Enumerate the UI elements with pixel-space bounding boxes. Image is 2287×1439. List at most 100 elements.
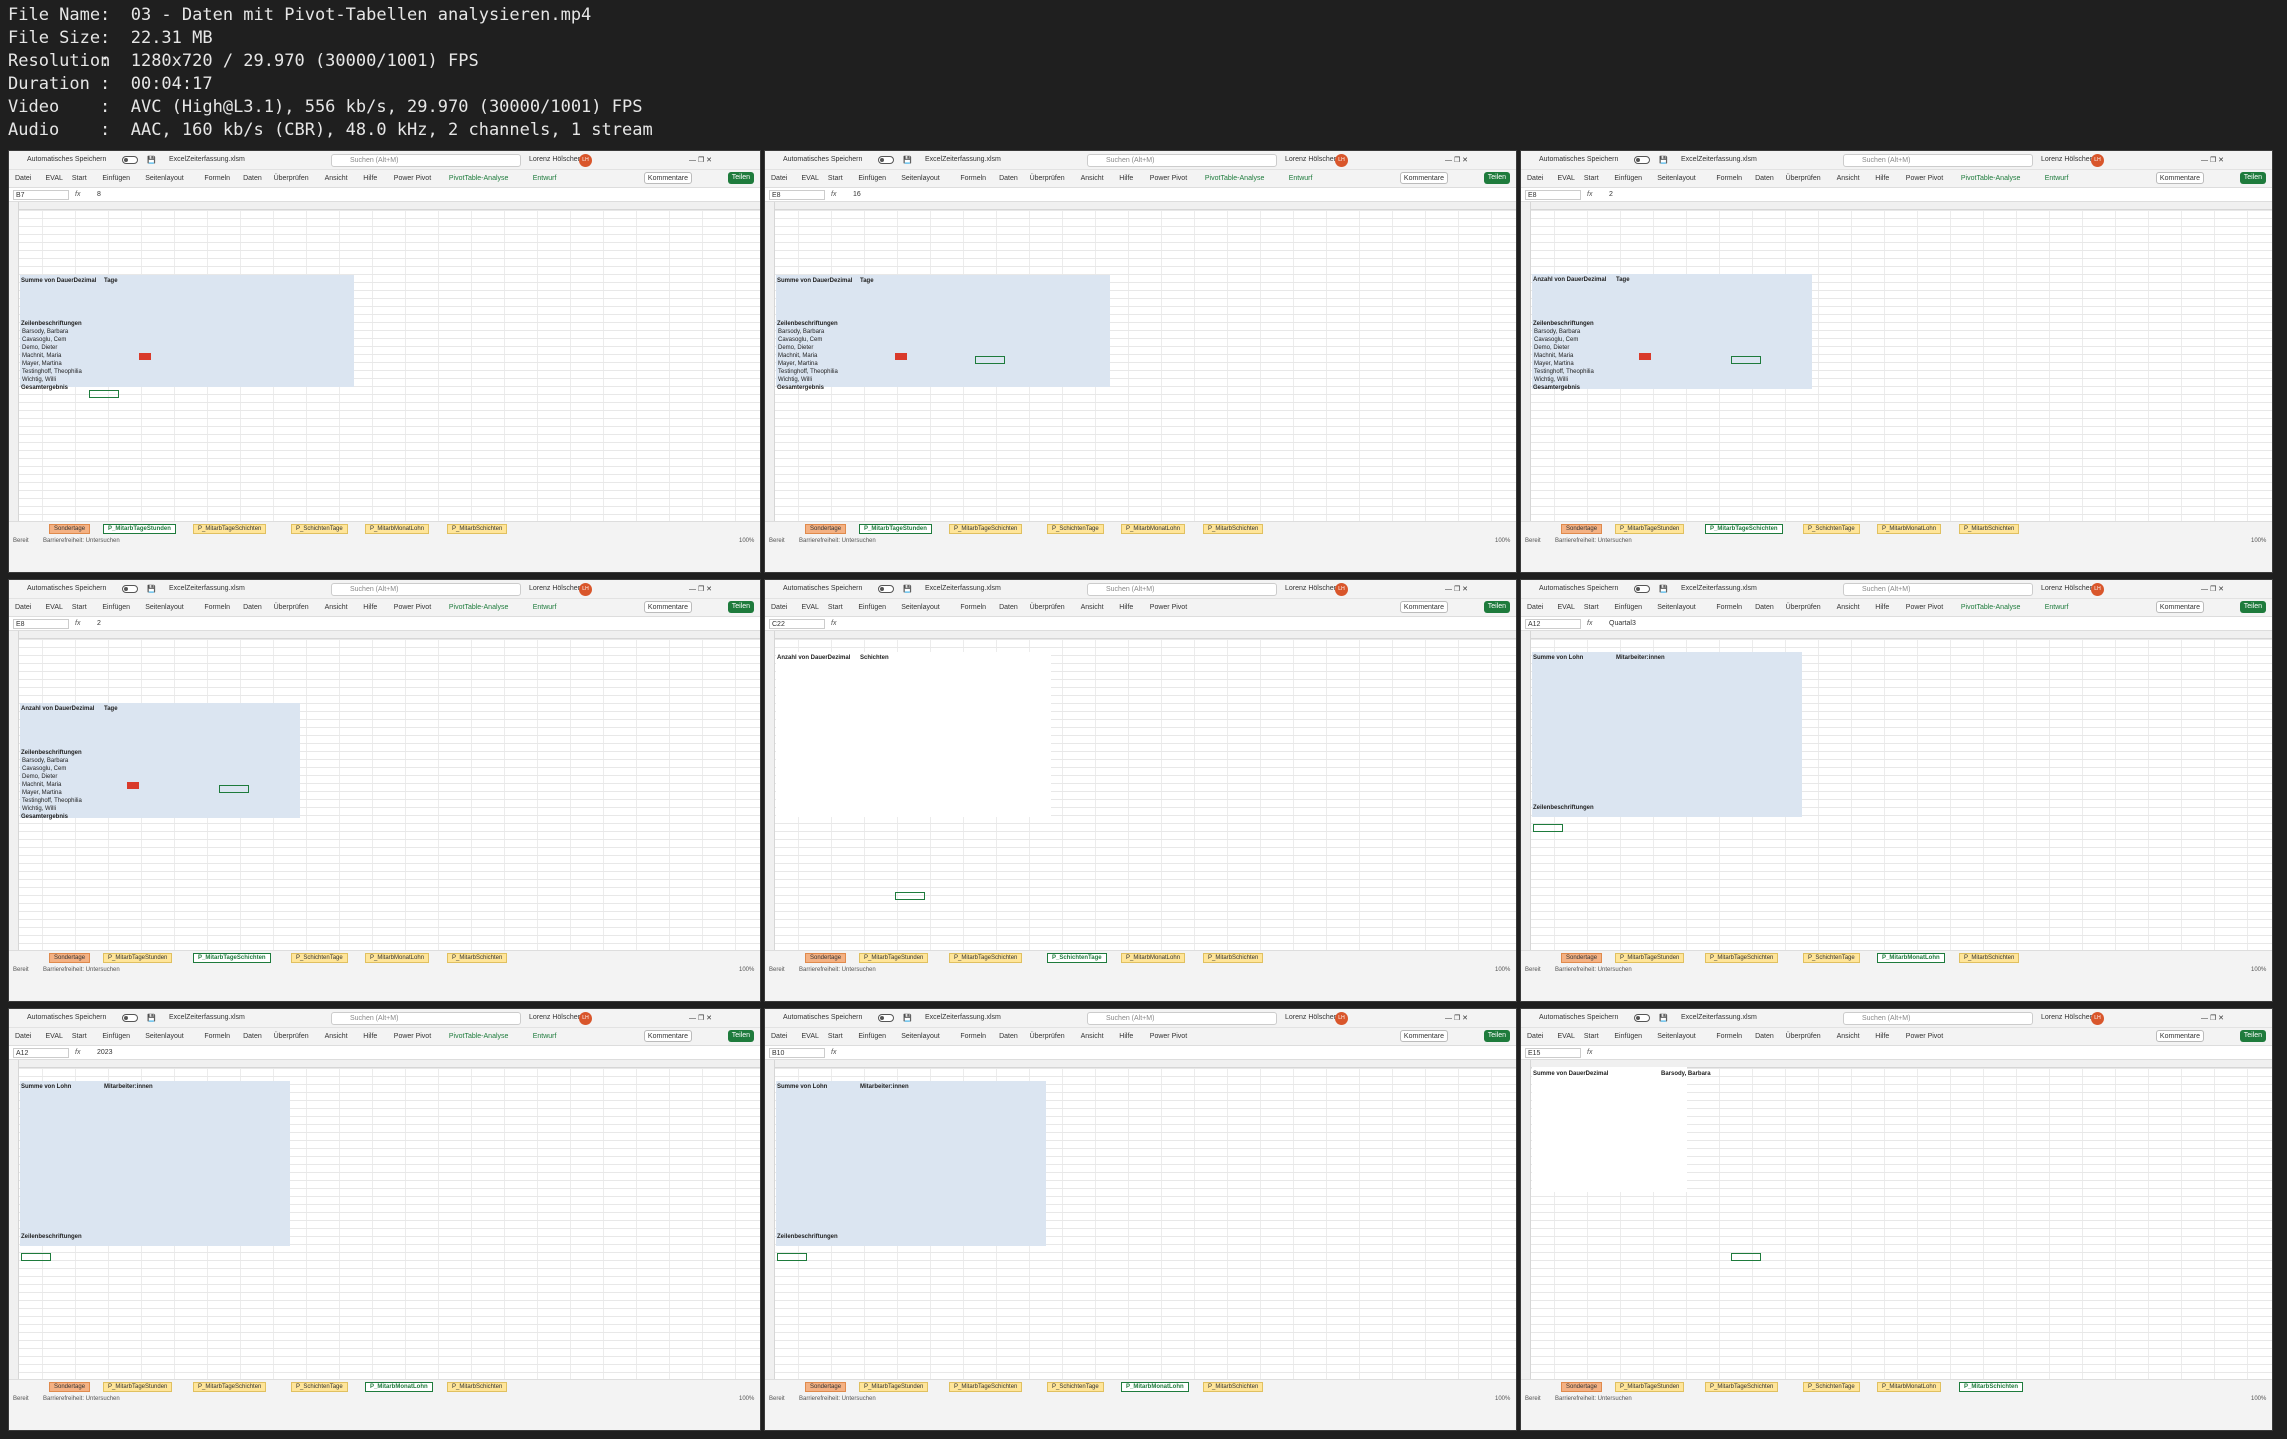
name-box[interactable]: C22: [769, 619, 825, 629]
sheet-tab[interactable]: P_MitarbSchichten: [1203, 524, 1264, 534]
window-controls[interactable]: — ❐ ✕: [689, 585, 712, 593]
menu-item[interactable]: Datei: [15, 175, 31, 182]
search-input[interactable]: Suchen (Alt+M): [1843, 583, 2033, 596]
menu-item[interactable]: Formeln: [1716, 175, 1742, 182]
selected-cell[interactable]: [777, 1253, 807, 1261]
menu-item-pivot[interactable]: Entwurf: [533, 1033, 557, 1040]
avatar[interactable]: LH: [1335, 154, 1348, 167]
status-zoom[interactable]: 100%: [2251, 967, 2266, 973]
sheet-tab[interactable]: P_MitarbMonatLohn: [1877, 953, 1945, 963]
menu-item[interactable]: Datei: [1527, 175, 1543, 182]
share-button[interactable]: Teilen: [727, 172, 754, 184]
save-icon[interactable]: 💾: [147, 156, 156, 164]
menu-item[interactable]: Überprüfen: [1786, 1033, 1821, 1040]
comments-button[interactable]: Kommentare: [643, 172, 692, 184]
sheet-tab[interactable]: P_MitarbTageSchichten: [193, 524, 267, 534]
sheet-tab[interactable]: Sondertage: [49, 524, 91, 534]
status-accessibility[interactable]: Barrierefreiheit: Untersuchen: [43, 1396, 120, 1402]
window-controls[interactable]: — ❐ ✕: [2201, 1014, 2224, 1022]
pivot-rows-label[interactable]: Zeilenbeschriftungen: [21, 1234, 82, 1240]
menu-item[interactable]: EVAL: [46, 604, 63, 611]
menu-item[interactable]: Seitenlayout: [145, 604, 184, 611]
sheet-tab[interactable]: P_MitarbMonatLohn: [365, 524, 430, 534]
status-zoom[interactable]: 100%: [739, 1396, 754, 1402]
menu-item[interactable]: Ansicht: [1837, 604, 1860, 611]
sheet-tab[interactable]: Sondertage: [49, 1382, 91, 1392]
sheet-tab[interactable]: P_MitarbSchichten: [1959, 1382, 2024, 1392]
avatar[interactable]: LH: [2091, 1012, 2104, 1025]
sheet-tab[interactable]: P_MitarbTageStunden: [1615, 524, 1685, 534]
selected-cell[interactable]: [1731, 1253, 1761, 1261]
status-accessibility[interactable]: Barrierefreiheit: Untersuchen: [1555, 967, 1632, 973]
comments-button[interactable]: Kommentare: [2155, 172, 2204, 184]
menu-item[interactable]: Hilfe: [1119, 604, 1133, 611]
menu-item[interactable]: Datei: [15, 604, 31, 611]
status-zoom[interactable]: 100%: [739, 538, 754, 544]
sheet-tab[interactable]: P_SchichtenTage: [1803, 1382, 1860, 1392]
autosave-toggle[interactable]: [878, 585, 894, 593]
selected-cell[interactable]: [1533, 824, 1563, 832]
search-input[interactable]: Suchen (Alt+M): [1087, 154, 1277, 167]
sheet-tab[interactable]: P_MitarbSchichten: [1203, 953, 1264, 963]
formula-input[interactable]: 2: [97, 620, 101, 627]
pivot-column-field[interactable]: Tage: [104, 706, 118, 712]
sheet-tab[interactable]: Sondertage: [805, 1382, 847, 1392]
menu-item-pivot[interactable]: Entwurf: [2045, 175, 2069, 182]
sheet-tab[interactable]: P_SchichtenTage: [1803, 953, 1860, 963]
sheet-tab[interactable]: P_MitarbTageSchichten: [949, 1382, 1023, 1392]
pivot-column-field[interactable]: Mitarbeiter:innen: [1616, 655, 1665, 661]
sheet-tab[interactable]: Sondertage: [1561, 524, 1603, 534]
menu-item[interactable]: Start: [1584, 175, 1599, 182]
menu-item[interactable]: Ansicht: [1081, 1033, 1104, 1040]
menu-item[interactable]: Ansicht: [325, 1033, 348, 1040]
share-button[interactable]: Teilen: [1483, 601, 1510, 613]
menu-item[interactable]: Einfügen: [102, 604, 130, 611]
sheet-tab[interactable]: Sondertage: [1561, 1382, 1603, 1392]
status-zoom[interactable]: 100%: [1495, 538, 1510, 544]
sheet-tab[interactable]: P_MitarbTageStunden: [103, 953, 173, 963]
save-icon[interactable]: 💾: [1659, 156, 1668, 164]
share-button[interactable]: Teilen: [727, 1030, 754, 1042]
window-controls[interactable]: — ❐ ✕: [689, 1014, 712, 1022]
window-controls[interactable]: — ❐ ✕: [2201, 585, 2224, 593]
sheet-tab[interactable]: P_MitarbMonatLohn: [1121, 953, 1186, 963]
menu-item[interactable]: Power Pivot: [1906, 604, 1943, 611]
menu-item[interactable]: Einfügen: [1614, 604, 1642, 611]
menu-item[interactable]: Überprüfen: [1030, 1033, 1065, 1040]
pivot-column-field[interactable]: Tage: [1616, 277, 1630, 283]
name-box[interactable]: E15: [1525, 1048, 1581, 1058]
menu-item-pivot[interactable]: Entwurf: [533, 175, 557, 182]
save-icon[interactable]: 💾: [1659, 1014, 1668, 1022]
menu-item[interactable]: Formeln: [960, 1033, 986, 1040]
formula-input[interactable]: 2023: [97, 1049, 113, 1056]
autosave-toggle[interactable]: [1634, 1014, 1650, 1022]
formula-input[interactable]: 2: [1609, 191, 1613, 198]
search-input[interactable]: Suchen (Alt+M): [331, 154, 521, 167]
status-zoom[interactable]: 100%: [2251, 538, 2266, 544]
pivot-rows-label[interactable]: Zeilenbeschriftungen: [21, 321, 82, 327]
menu-item[interactable]: Daten: [999, 175, 1018, 182]
menu-item[interactable]: Einfügen: [1614, 1033, 1642, 1040]
menu-item[interactable]: Daten: [999, 604, 1018, 611]
search-input[interactable]: Suchen (Alt+M): [331, 1012, 521, 1025]
selected-cell[interactable]: [1731, 356, 1761, 364]
pivot-rows-label[interactable]: Zeilenbeschriftungen: [777, 1234, 838, 1240]
name-box[interactable]: B7: [13, 190, 69, 200]
menu-item[interactable]: Power Pivot: [1906, 1033, 1943, 1040]
menu-item[interactable]: Start: [828, 175, 843, 182]
menu-item[interactable]: Überprüfen: [274, 175, 309, 182]
sheet-tab[interactable]: P_MitarbTageStunden: [859, 524, 932, 534]
menu-item[interactable]: Formeln: [1716, 1033, 1742, 1040]
pivot-column-field[interactable]: Mitarbeiter:innen: [104, 1084, 153, 1090]
autosave-toggle[interactable]: [1634, 156, 1650, 164]
menu-item[interactable]: Einfügen: [858, 1033, 886, 1040]
save-icon[interactable]: 💾: [147, 1014, 156, 1022]
menu-item[interactable]: Daten: [1755, 1033, 1774, 1040]
sheet-tab[interactable]: P_MitarbTageStunden: [103, 1382, 173, 1392]
sheet-tab[interactable]: P_MitarbMonatLohn: [1121, 1382, 1189, 1392]
search-input[interactable]: Suchen (Alt+M): [1087, 583, 1277, 596]
avatar[interactable]: LH: [579, 1012, 592, 1025]
share-button[interactable]: Teilen: [2239, 172, 2266, 184]
formula-input[interactable]: 16: [853, 191, 861, 198]
comments-button[interactable]: Kommentare: [1399, 1030, 1448, 1042]
